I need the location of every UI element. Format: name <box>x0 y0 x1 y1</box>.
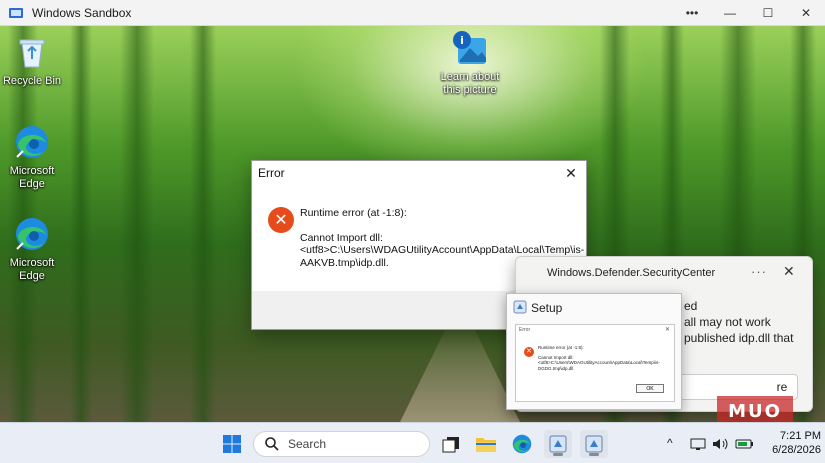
more-options-button[interactable]: ••• <box>673 0 711 26</box>
setup-taskbar-button-2[interactable] <box>580 430 608 458</box>
task-view-button[interactable] <box>437 430 465 458</box>
thumbnail-close: ✕ <box>664 327 670 333</box>
setup-icon <box>513 300 527 314</box>
active-indicator <box>589 453 599 456</box>
file-explorer-button[interactable] <box>472 430 500 458</box>
setup-window-preview[interactable]: Setup Error ✕ ✕ Runtime error (at -1:8):… <box>506 293 682 410</box>
network-icon[interactable] <box>690 437 706 451</box>
desktop-icon-label: Microsoft Edge <box>9 165 55 190</box>
thumbnail-line2: Cannot Import dll:<utf8>C:\Users\WDAGUti… <box>538 354 660 371</box>
desktop-icon-learn-about-picture[interactable]: i Learn about this picture <box>438 28 502 97</box>
desktop-icon-label: Microsoft Edge <box>9 257 55 282</box>
svg-text:i: i <box>460 34 464 47</box>
close-button[interactable]: ✕ <box>787 0 825 26</box>
desktop-icon-label: Learn about this picture <box>440 71 500 96</box>
setup-app-icon <box>585 435 603 453</box>
setup-window-title: Setup <box>531 301 563 315</box>
maximize-button[interactable]: ☐ <box>749 0 787 26</box>
minimize-button[interactable]: — <box>711 0 749 26</box>
search-icon <box>265 437 279 451</box>
thumbnail-title: Error <box>519 327 531 333</box>
start-button[interactable] <box>218 430 246 458</box>
error-dialog-title: Error <box>258 166 285 180</box>
sandbox-app-icon <box>9 7 23 18</box>
sandbox-title: Windows Sandbox <box>32 5 132 20</box>
notification-text-line: all may not work <box>684 315 771 329</box>
edge-icon <box>12 214 52 254</box>
clock-time: 7:21 PM <box>780 430 821 442</box>
file-explorer-icon <box>476 438 496 452</box>
setup-app-icon <box>549 435 567 453</box>
search-placeholder: Search <box>288 437 327 451</box>
setup-error-thumbnail: Error ✕ ✕ Runtime error (at -1:8): Canno… <box>515 324 675 402</box>
active-indicator <box>553 453 563 456</box>
edge-taskbar-button[interactable] <box>508 430 536 458</box>
window-controls: ••• — ☐ ✕ <box>673 0 825 26</box>
notification-more-button[interactable]: ··· <box>751 264 767 279</box>
notification-close-button[interactable]: ✕ <box>783 263 795 280</box>
thumbnail-line1: Runtime error (at -1:8): <box>538 345 584 350</box>
desktop-icon-recycle-bin[interactable]: Recycle Bin <box>0 32 64 88</box>
setup-taskbar-button-1[interactable] <box>544 430 572 458</box>
error-icon: ✕ <box>524 347 534 357</box>
error-message-title: Runtime error (at -1:8): <box>300 207 407 219</box>
edge-icon <box>512 434 532 454</box>
taskbar-search[interactable]: Search <box>253 431 430 457</box>
sandbox-titlebar: Windows Sandbox ••• — ☐ ✕ <box>0 0 825 26</box>
desktop-icon-edge-1[interactable]: Microsoft Edge <box>0 122 64 191</box>
notification-heading: ed <box>684 299 698 313</box>
desktop-icon-edge-2[interactable]: Microsoft Edge <box>0 214 64 283</box>
clock-date: 6/28/2026 <box>772 444 821 456</box>
desktop-icon-label: Recycle Bin <box>2 75 62 87</box>
learn-about-picture-icon: i <box>450 28 490 68</box>
system-clock[interactable]: 7:21 PM 6/28/2026 <box>759 429 821 457</box>
notification-title: Windows.Defender.SecurityCenter <box>547 267 716 279</box>
thumbnail-ok-button: OK <box>636 384 664 393</box>
notification-action-label: re <box>776 380 788 394</box>
edge-icon <box>12 122 52 162</box>
error-dialog-close-button[interactable]: ✕ <box>562 164 580 182</box>
battery-icon[interactable] <box>735 437 755 451</box>
volume-icon[interactable] <box>712 437 730 451</box>
task-view-icon <box>442 437 459 453</box>
start-icon <box>223 435 241 453</box>
notification-text-line: published idp.dll that <box>684 331 794 345</box>
error-icon: ✕ <box>268 207 294 233</box>
recycle-bin-icon <box>12 32 52 72</box>
taskbar: Search ^ 7:21 PM 6/28/2026 <box>0 422 825 463</box>
thumbnail-text: Runtime error (at -1:8): Cannot Import d… <box>538 345 673 371</box>
tray-chevron-button[interactable]: ^ <box>667 436 673 450</box>
